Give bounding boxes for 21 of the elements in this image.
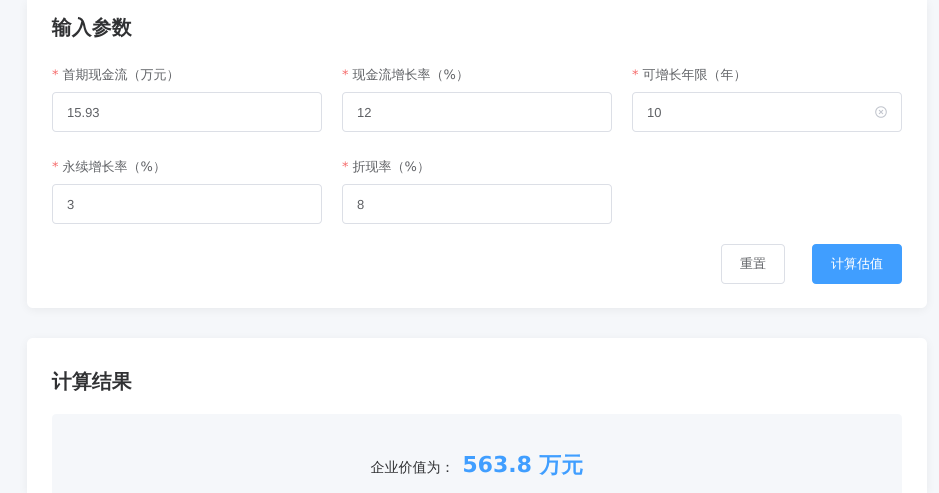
required-mark: * [342, 160, 348, 174]
input-field[interactable]: 8 [342, 184, 612, 224]
section-title: 输入参数 [52, 14, 133, 40]
section-title: 计算结果 [52, 368, 133, 394]
field-label: 现金流增长率（%） [352, 67, 469, 84]
clear-icon[interactable] [875, 106, 887, 118]
input-field[interactable]: 3 [52, 184, 322, 224]
required-mark: * [342, 68, 348, 82]
result-label: 企业价值为： [370, 459, 454, 477]
required-mark: * [632, 68, 638, 82]
reset-button[interactable]: 重置 [721, 244, 785, 284]
field-label: 永续增长率（%） [62, 159, 166, 176]
required-mark: * [52, 160, 58, 174]
result-value: 563.8 万元 [462, 452, 584, 480]
input-field[interactable]: 15.93 [52, 92, 322, 132]
field-label: 折现率（%） [352, 159, 430, 176]
field-label: 首期现金流（万元） [62, 67, 180, 84]
field-label: 可增长年限（年） [642, 67, 746, 84]
input-field[interactable]: 12 [342, 92, 612, 132]
required-mark: * [52, 68, 58, 82]
input-field[interactable]: 10 [632, 92, 902, 132]
